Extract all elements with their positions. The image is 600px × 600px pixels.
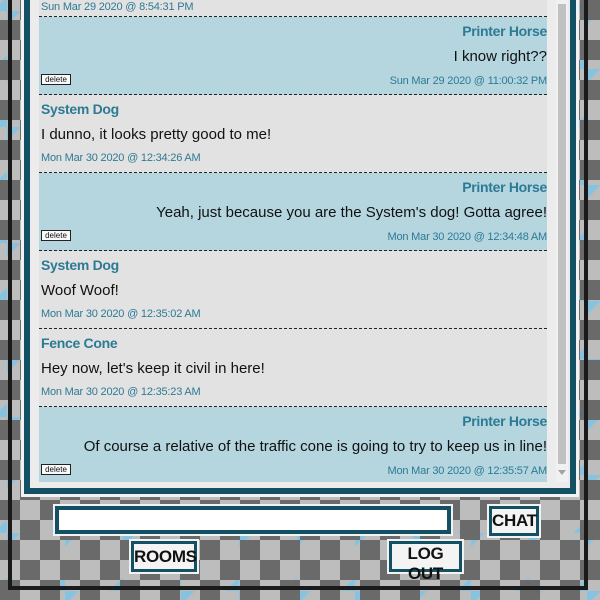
message-timestamp: Mon Mar 30 2020 @ 12:34:26 AM	[41, 152, 201, 164]
message-timestamp: Mon Mar 30 2020 @ 12:35:23 AM	[41, 386, 201, 398]
rooms-button[interactable]: ROOMS	[131, 541, 197, 572]
message: System Dog Woof Woof! Mon Mar 30 2020 @ …	[39, 251, 547, 329]
message-text: I know right??	[453, 48, 547, 65]
message-timestamp: Mon Mar 30 2020 @ 12:35:57 AM	[387, 465, 547, 477]
message-own: Printer Horse Of course a relative of th…	[39, 407, 547, 482]
message-author[interactable]: Printer Horse	[462, 179, 547, 195]
delete-message-button[interactable]: delete	[41, 74, 71, 85]
chat-message-input[interactable]	[55, 506, 451, 534]
message-text: I dunno, it looks pretty good to me!	[41, 126, 272, 143]
message: System Dog I dunno, it looks pretty good…	[39, 95, 547, 173]
message-author[interactable]: Fence Cone	[41, 335, 118, 351]
delete-message-button[interactable]: delete	[41, 230, 71, 241]
message-text: Hey now, let's keep it civil in here!	[41, 360, 265, 377]
message-text: Woof Woof!	[41, 282, 119, 299]
message: Sun Mar 29 2020 @ 8:54:31 PM	[39, 0, 547, 17]
delete-message-button[interactable]: delete	[41, 464, 71, 475]
message-timestamp: Sun Mar 29 2020 @ 8:54:31 PM	[41, 1, 194, 13]
message-text: Of course a relative of the traffic cone…	[83, 438, 547, 455]
message-own: Printer Horse I know right?? delete Sun …	[39, 17, 547, 95]
message-author[interactable]: System Dog	[41, 101, 119, 117]
message-author[interactable]: System Dog	[41, 257, 119, 273]
chat-send-button[interactable]: CHAT	[489, 506, 539, 536]
message: Fence Cone Hey now, let's keep it civil …	[39, 329, 547, 407]
chat-panel: Sun Mar 29 2020 @ 8:54:31 PM Printer Hor…	[24, 0, 576, 494]
message-timestamp: Sun Mar 29 2020 @ 11:00:32 PM	[389, 75, 547, 87]
message-timestamp: Mon Mar 30 2020 @ 12:34:48 AM	[387, 231, 547, 243]
message-timestamp: Mon Mar 30 2020 @ 12:35:02 AM	[41, 308, 201, 320]
logout-button[interactable]: LOG OUT	[389, 541, 462, 583]
scroll-thumb[interactable]	[558, 4, 566, 464]
message-author[interactable]: Printer Horse	[462, 413, 547, 429]
message-author[interactable]: Printer Horse	[462, 23, 547, 39]
message-own: Printer Horse Yeah, just because you are…	[39, 173, 547, 251]
message-list[interactable]: Sun Mar 29 2020 @ 8:54:31 PM Printer Hor…	[39, 0, 547, 482]
scroll-down-arrow-icon[interactable]	[558, 470, 566, 475]
scrollbar[interactable]	[556, 0, 568, 482]
message-text: Yeah, just because you are the System's …	[156, 204, 547, 221]
